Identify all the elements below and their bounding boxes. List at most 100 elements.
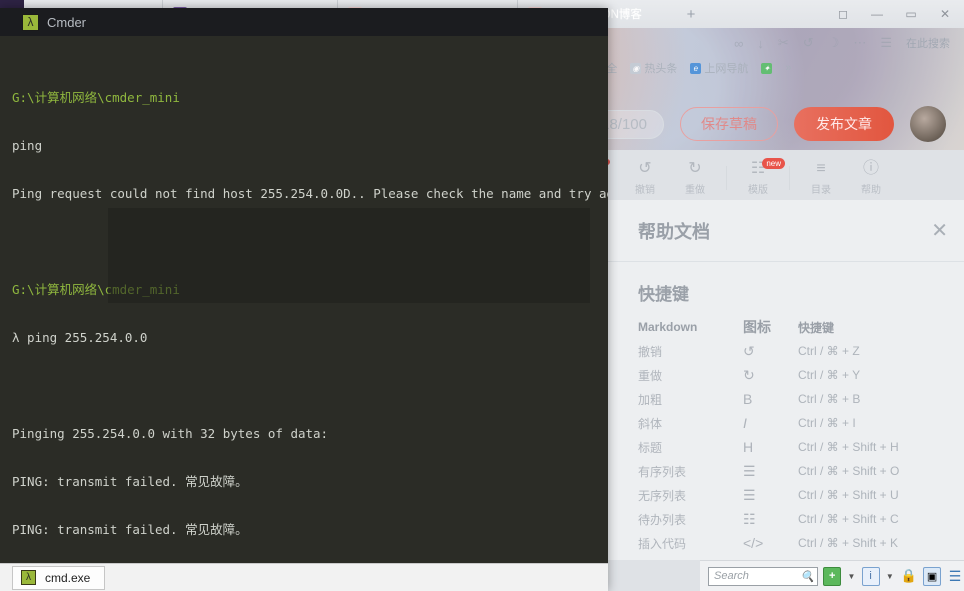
bookmark-label: 上网导航	[704, 63, 749, 75]
cmder-tab-logo-icon: λ	[21, 570, 36, 585]
shortcut-name: 撤销	[638, 344, 663, 359]
tabstrip-spacer	[704, 0, 826, 28]
bookmark-label: 热头条	[644, 63, 678, 75]
caret-down-icon[interactable]: ▼	[885, 567, 895, 586]
minimize-button[interactable]: —	[860, 0, 894, 28]
shortcut-name: 斜体	[638, 416, 663, 431]
shortcut-row: 斜体 I Ctrl / ⌘ + I	[638, 411, 964, 435]
bold-icon: B	[743, 391, 753, 407]
toolbar-label: 目录	[811, 185, 831, 196]
menu-icon[interactable]: ☰	[946, 567, 964, 586]
shortcut-name: 重做	[638, 368, 663, 383]
todo-list-icon: ☷	[743, 510, 756, 527]
toolbar-undo-button[interactable]: ↺ 撤销	[620, 160, 670, 196]
terminal-line: PING: transmit failed. 常见故障。	[12, 474, 248, 489]
shortcut-name: 加粗	[638, 392, 663, 407]
download-icon[interactable]: ↓	[757, 36, 764, 51]
help-icon: ⓘ	[862, 160, 879, 177]
maximize-button[interactable]: ▭	[894, 0, 928, 28]
bookmark-item[interactable]: ◉ 热头条	[630, 60, 677, 76]
undo-icon: ↺	[743, 342, 755, 359]
undo-icon[interactable]: ↺	[803, 35, 814, 51]
column-markdown: Markdown	[638, 320, 698, 334]
terminal-line: G:\计算机网络\cmder_mini	[12, 90, 180, 105]
shortcut-row: 加粗 B Ctrl / ⌘ + B	[638, 387, 964, 411]
shortcut-key: Ctrl / ⌘ + Shift + U	[798, 488, 899, 502]
toolbar-toc-button[interactable]: ≡ 目录	[796, 160, 846, 196]
new-tab-button[interactable]: +	[678, 0, 704, 28]
undo-icon: ↺	[638, 160, 652, 177]
column-icon: 图标	[743, 319, 771, 335]
help-panel-header: 帮助文档 ✕	[608, 200, 964, 262]
menu-icon[interactable]: ☰	[880, 35, 892, 51]
shortcut-row: 标题 H Ctrl / ⌘ + Shift + H	[638, 435, 964, 459]
infinity-icon[interactable]: ∞	[734, 36, 743, 51]
lock-icon[interactable]: 🔒	[900, 567, 918, 586]
shortcut-table: Markdown 图标 快捷键 撤销 ↺ Ctrl / ⌘ + Z 重做 ↻ C…	[608, 315, 964, 555]
shirt-icon[interactable]: ◻	[826, 0, 860, 28]
terminal-line: G:\计算机网络\cmder_mini	[12, 282, 180, 297]
search-input[interactable]: Search 🔍	[708, 566, 819, 586]
cmder-status-bar: λ cmd.exe	[0, 563, 608, 591]
shortcut-row: 撤销 ↺ Ctrl / ⌘ + Z	[638, 339, 964, 363]
shortcut-key: Ctrl / ⌘ + Y	[798, 368, 861, 382]
toolbar-redo-button[interactable]: ↻ 重做	[670, 160, 720, 196]
close-icon[interactable]: ✕	[931, 218, 948, 243]
shortcut-name: 标题	[638, 440, 663, 455]
shortcut-key: Ctrl / ⌘ + Shift + K	[798, 536, 899, 550]
browser-bottom-toolbar: Search 🔍 + ▼ i ▼ 🔒 ▣ ☰	[700, 560, 964, 591]
terminal-line: Pinging 255.254.0.0 with 32 bytes of dat…	[12, 426, 329, 441]
bookmark-item[interactable]: ✦	[761, 62, 773, 74]
toolbar-label: 模版	[748, 185, 768, 196]
toolbar-label: 撤销	[635, 185, 655, 196]
more-icon[interactable]: ⋯	[853, 35, 866, 51]
help-panel-title: 帮助文档	[638, 221, 710, 242]
cmder-logo-icon: λ	[22, 13, 39, 31]
panel-icon[interactable]: ▣	[923, 566, 942, 586]
toolbar-separator	[726, 166, 727, 190]
terminal-line: PING: transmit failed. 常见故障。	[12, 522, 248, 537]
info-icon[interactable]: i	[861, 566, 880, 586]
code-icon: </>	[743, 535, 764, 551]
toolbar-label: 帮助	[861, 185, 881, 196]
shortcut-key: Ctrl / ⌘ + Z	[798, 344, 860, 358]
search-hint-label: 在此搜索	[906, 38, 950, 50]
publish-article-button[interactable]: 发布文章	[794, 107, 894, 141]
cmder-window-title: Cmder	[47, 14, 87, 30]
help-section-title: 快捷键	[638, 285, 689, 304]
close-button[interactable]: ✕	[928, 0, 962, 28]
cmder-console-tab[interactable]: λ cmd.exe	[12, 565, 106, 590]
toolbar-template-button[interactable]: new ☷ 模版	[733, 158, 785, 196]
browser-window-controls: ◻ — ▭ ✕	[826, 0, 964, 28]
toolbar-help-button[interactable]: ⓘ 帮助	[846, 160, 896, 196]
cmder-title-bar[interactable]: λ Cmder	[0, 8, 608, 36]
toolbar-separator	[789, 166, 790, 190]
shortcut-row: 无序列表 ☰ Ctrl / ⌘ + Shift + U	[638, 483, 964, 507]
terminal-line: Ping request could not find host 255.254…	[12, 186, 608, 201]
ie-icon: e	[690, 62, 702, 74]
italic-icon: I	[743, 415, 747, 431]
shortcut-key: Ctrl / ⌘ + Shift + C	[798, 512, 899, 526]
shortcut-table-header: Markdown 图标 快捷键	[638, 315, 964, 339]
heading-icon: H	[743, 439, 754, 455]
caret-down-icon[interactable]: ▼	[846, 567, 856, 586]
save-draft-button[interactable]: 保存草稿	[680, 107, 778, 141]
scissors-icon[interactable]: ✂	[778, 35, 789, 51]
shortcut-name: 有序列表	[638, 464, 687, 479]
column-shortcut: 快捷键	[798, 320, 835, 335]
shortcut-row: 有序列表 ☰ Ctrl / ⌘ + Shift + O	[638, 459, 964, 483]
add-icon[interactable]: +	[823, 566, 842, 586]
avatar[interactable]	[910, 106, 946, 142]
shortcut-row: 待办列表 ☷ Ctrl / ⌘ + Shift + C	[638, 507, 964, 531]
shortcut-name: 无序列表	[638, 488, 687, 503]
bookmark-item[interactable]: e 上网导航	[690, 60, 748, 76]
bookmarks-overflow[interactable]: »	[785, 62, 791, 74]
moon-icon[interactable]: ☽	[828, 35, 840, 51]
toolbar-label: 重做	[685, 185, 705, 196]
shortcut-row: 重做 ↻ Ctrl / ⌘ + Y	[638, 363, 964, 387]
magnifier-icon[interactable]: 🔍	[800, 570, 814, 583]
toc-icon: ≡	[816, 160, 826, 177]
shortcut-name: 待办列表	[638, 512, 687, 527]
terminal-output[interactable]: G:\计算机网络\cmder_mini ping Ping request co…	[0, 36, 608, 563]
